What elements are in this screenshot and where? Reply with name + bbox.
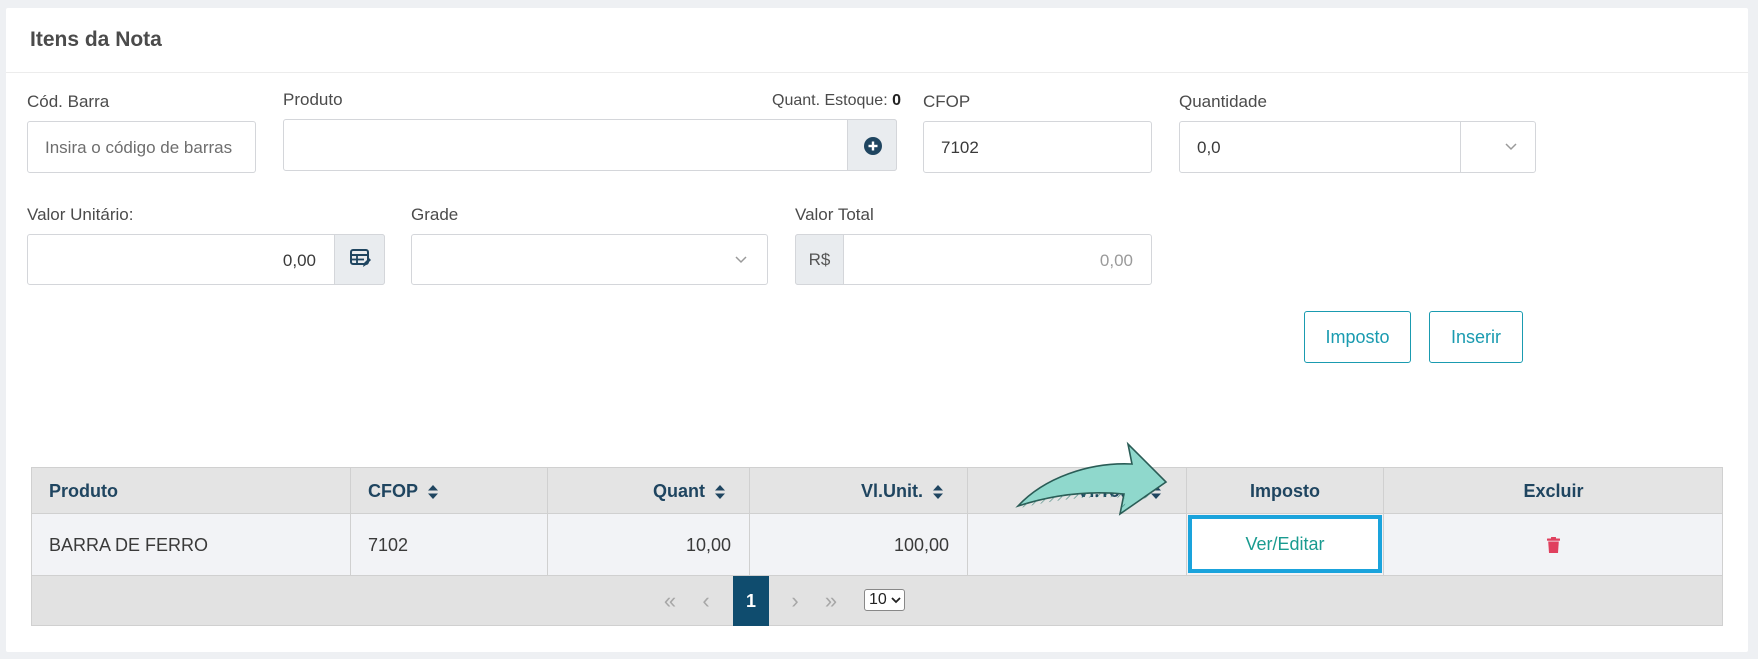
product-label: Produto	[283, 90, 343, 109]
next-page-icon[interactable]: ›	[784, 576, 806, 626]
chevron-down-icon	[891, 596, 901, 603]
unit-value-edit-button[interactable]	[334, 234, 385, 285]
cfop-label: CFOP	[923, 92, 971, 111]
cell-produto: BARRA DE FERRO	[49, 534, 209, 555]
last-page-icon[interactable]: »	[820, 576, 842, 626]
currency-prefix: R$	[795, 234, 844, 285]
add-product-button[interactable]	[847, 119, 897, 171]
section-title: Itens da Nota	[30, 28, 162, 51]
col-excluir-label: Excluir	[1523, 481, 1584, 501]
cell-vl-total	[968, 514, 1167, 576]
sort-icon	[715, 484, 725, 499]
table-edit-icon	[350, 249, 371, 267]
trash-icon	[1547, 537, 1560, 553]
card-header: Itens da Nota	[6, 8, 1748, 73]
unit-value-label: Valor Unitário:	[27, 205, 134, 224]
annotation-arrow-icon	[1015, 441, 1168, 516]
col-quant[interactable]: Quant	[548, 468, 725, 515]
col-quant-label: Quant	[653, 481, 705, 501]
stock-label: Quant. Estoque:	[772, 92, 888, 109]
quantity-value: 0,0	[1197, 138, 1221, 157]
sort-icon	[933, 484, 943, 499]
delete-button[interactable]	[1384, 514, 1723, 576]
items-card: Itens da Nota Cód. Barra Insira o código…	[6, 8, 1748, 652]
cell-quant: 10,00	[685, 534, 731, 555]
col-cfop[interactable]: CFOP	[368, 468, 548, 515]
quantity-divider	[1460, 122, 1461, 172]
view-edit-tax-link[interactable]: Ver/Editar	[1188, 515, 1382, 573]
col-excluir: Excluir	[1384, 468, 1723, 515]
first-page-icon[interactable]: «	[659, 576, 681, 626]
table-row: BARRA DE FERRO 7102 10,00 100,00 Ver/Edi…	[31, 514, 1723, 576]
cell-cfop: 7102	[368, 534, 409, 555]
col-produto: Produto	[49, 468, 349, 515]
grade-select[interactable]	[411, 234, 768, 285]
barcode-placeholder: Insira o código de barras	[45, 138, 233, 157]
quantity-select[interactable]: 0,0	[1179, 121, 1536, 173]
page-size-value: 10	[869, 591, 887, 608]
col-imposto: Imposto	[1187, 468, 1383, 515]
col-produto-label: Produto	[49, 481, 118, 501]
col-vl-unit[interactable]: Vl.Unit.	[750, 468, 943, 515]
chevron-down-icon	[735, 256, 747, 264]
cfop-value: 7102	[941, 138, 979, 157]
quantity-label: Quantidade	[1179, 92, 1267, 111]
barcode-input[interactable]: Insira o código de barras	[27, 121, 256, 173]
col-divider	[350, 468, 351, 514]
product-input[interactable]	[283, 119, 897, 171]
col-vl-unit-label: Vl.Unit.	[861, 481, 923, 501]
prev-page-icon[interactable]: ‹	[695, 576, 717, 626]
table-header: Produto CFOP Quant Vl.Unit. Vl.Total	[31, 467, 1723, 514]
cfop-input[interactable]: 7102	[923, 121, 1152, 173]
total-value-placeholder: 0,00	[1099, 251, 1133, 270]
sort-icon	[428, 484, 439, 499]
col-divider	[1186, 514, 1187, 576]
stock-value: 0	[892, 92, 901, 109]
total-value-label: Valor Total	[795, 205, 874, 224]
col-cfop-label: CFOP	[368, 481, 419, 501]
plus-circle-icon	[864, 137, 882, 155]
page-1-button[interactable]: 1	[733, 576, 769, 626]
grade-label: Grade	[411, 205, 459, 224]
unit-value: 0,00	[282, 251, 316, 270]
unit-value-input[interactable]: 0,00	[27, 234, 385, 285]
insert-button[interactable]: Inserir	[1429, 311, 1523, 363]
col-divider	[350, 514, 351, 576]
total-value-input[interactable]: R$ 0,00	[795, 234, 1152, 285]
cell-vl-unit: 100,00	[893, 534, 949, 555]
col-imposto-label: Imposto	[1250, 481, 1320, 501]
tax-button[interactable]: Imposto	[1304, 311, 1411, 363]
chevron-down-icon	[1505, 143, 1517, 151]
stock-info: Quant. Estoque: 0	[772, 92, 901, 110]
pagination-bar: « ‹ 1 › » 10	[31, 576, 1723, 626]
page-size-select[interactable]: 10	[864, 589, 905, 611]
barcode-label: Cód. Barra	[27, 92, 110, 111]
